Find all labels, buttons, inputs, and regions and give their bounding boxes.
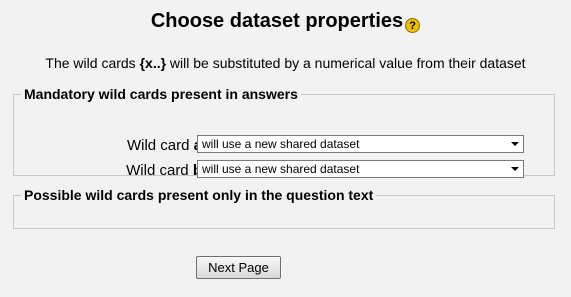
wildcard-a-select[interactable]: will use a new shared dataset [197,135,524,153]
wildcard-label-text: Wild card [126,137,194,154]
wildcard-label-text: Wild card [126,162,193,179]
dropdown-arrow-icon[interactable] [511,167,519,171]
intro-text: The wild cards {x..} will be substituted… [0,54,571,72]
wildcard-row-b: Wild card b will use a new shared datase… [14,160,554,182]
mandatory-wildcards-legend: Mandatory wild cards present in answers [24,86,298,102]
next-page-button[interactable]: Next Page [196,256,281,279]
page: Choose dataset properties? The wild card… [0,0,571,297]
possible-wildcards-fieldset: Possible wild cards present only in the … [13,187,555,229]
intro-before: The wild cards [45,55,140,71]
wildcard-row-a: Wild card a will use a new shared datase… [14,135,554,157]
dropdown-arrow-icon[interactable] [511,142,519,146]
page-title-text: Choose dataset properties [150,10,404,32]
intro-after: will be substituted by a numerical value… [166,55,526,71]
intro-wildcard: {x..} [139,55,167,71]
help-icon[interactable]: ? [405,18,421,33]
possible-wildcards-legend: Possible wild cards present only in the … [24,187,374,203]
mandatory-wildcards-fieldset: Mandatory wild cards present in answers … [13,86,555,179]
page-title: Choose dataset properties? [0,8,571,34]
wildcard-label-b: Wild card b [126,162,202,180]
wildcard-label-a: Wild card a [127,137,202,155]
wildcard-b-select[interactable]: will use a new shared dataset [197,160,524,178]
wildcard-b-selected-value: will use a new shared dataset [202,162,360,176]
wildcard-a-selected-value: will use a new shared dataset [202,137,360,151]
